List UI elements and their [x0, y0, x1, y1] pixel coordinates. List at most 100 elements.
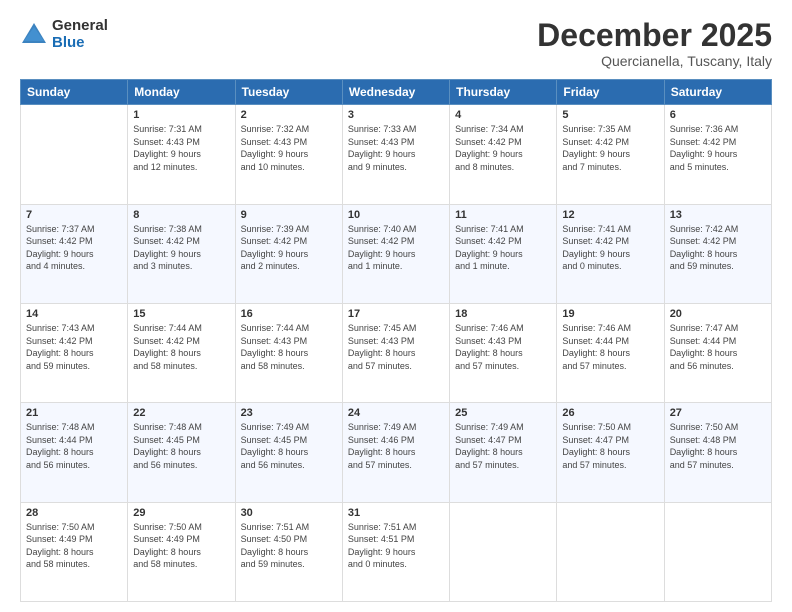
day-number: 23: [241, 407, 337, 419]
calendar-cell: 23Sunrise: 7:49 AM Sunset: 4:45 PM Dayli…: [235, 403, 342, 502]
calendar-week-4: 21Sunrise: 7:48 AM Sunset: 4:44 PM Dayli…: [21, 403, 772, 502]
day-number: 25: [455, 407, 551, 419]
day-number: 10: [348, 209, 444, 221]
calendar-week-2: 7 Sunrise: 7:37 AM Sunset: 4:42 PM Daylig…: [21, 204, 772, 303]
day-info: Sunrise: 7:46 AM Sunset: 4:44 PM Dayligh…: [562, 322, 658, 372]
calendar-table: SundayMondayTuesdayWednesdayThursdayFrid…: [20, 79, 772, 602]
day-info: Sunrise: 7:43 AM Sunset: 4:42 PM Dayligh…: [26, 322, 122, 372]
day-number: 19: [562, 308, 658, 320]
day-info: Sunrise: 7:40 AM Sunset: 4:42 PM Dayligh…: [348, 223, 444, 273]
day-number: 26: [562, 407, 658, 419]
calendar-cell: 4 Sunrise: 7:34 AM Sunset: 4:42 PM Daylig…: [450, 105, 557, 204]
day-info: Sunrise: 7:34 AM Sunset: 4:42 PM Dayligh…: [455, 123, 551, 173]
day-number: 11: [455, 209, 551, 221]
day-header-tuesday: Tuesday: [235, 80, 342, 105]
calendar-cell: 30 Sunrise: 7:51 AM Sunset: 4:50 PM Dayli…: [235, 502, 342, 601]
logo-text: General Blue: [52, 18, 108, 51]
day-number: 22: [133, 407, 229, 419]
calendar-cell: 31 Sunrise: 7:51 AM Sunset: 4:51 PM Dayli…: [342, 502, 449, 601]
month-title: December 2025: [537, 18, 772, 53]
calendar-cell: 20Sunrise: 7:47 AM Sunset: 4:44 PM Dayli…: [664, 303, 771, 402]
day-number: 1: [133, 109, 229, 121]
day-header-saturday: Saturday: [664, 80, 771, 105]
day-number: 14: [26, 308, 122, 320]
day-info: Sunrise: 7:48 AM Sunset: 4:44 PM Dayligh…: [26, 421, 122, 471]
day-info: Sunrise: 7:48 AM Sunset: 4:45 PM Dayligh…: [133, 421, 229, 471]
day-number: 30: [241, 507, 337, 519]
day-header-monday: Monday: [128, 80, 235, 105]
day-info: Sunrise: 7:41 AM Sunset: 4:42 PM Dayligh…: [562, 223, 658, 273]
calendar-cell: 25 Sunrise: 7:49 AM Sunset: 4:47 PM Dayli…: [450, 403, 557, 502]
day-info: Sunrise: 7:38 AM Sunset: 4:42 PM Dayligh…: [133, 223, 229, 273]
day-info: Sunrise: 7:49 AM Sunset: 4:47 PM Dayligh…: [455, 421, 551, 471]
day-info: Sunrise: 7:44 AM Sunset: 4:42 PM Dayligh…: [133, 322, 229, 372]
header: General Blue December 2025 Quercianella,…: [20, 18, 772, 69]
day-number: 9: [241, 209, 337, 221]
day-info: Sunrise: 7:35 AM Sunset: 4:42 PM Dayligh…: [562, 123, 658, 173]
calendar-week-3: 14 Sunrise: 7:43 AM Sunset: 4:42 PM Dayli…: [21, 303, 772, 402]
logo-blue: Blue: [52, 35, 108, 52]
calendar-cell: [557, 502, 664, 601]
day-number: 24: [348, 407, 444, 419]
logo-icon: [20, 21, 48, 49]
day-number: 4: [455, 109, 551, 121]
day-header-sunday: Sunday: [21, 80, 128, 105]
calendar-cell: [664, 502, 771, 601]
calendar-cell: 9 Sunrise: 7:39 AM Sunset: 4:42 PM Daylig…: [235, 204, 342, 303]
day-info: Sunrise: 7:44 AM Sunset: 4:43 PM Dayligh…: [241, 322, 337, 372]
day-number: 29: [133, 507, 229, 519]
calendar-cell: 26Sunrise: 7:50 AM Sunset: 4:47 PM Dayli…: [557, 403, 664, 502]
calendar-cell: 28 Sunrise: 7:50 AM Sunset: 4:49 PM Dayli…: [21, 502, 128, 601]
calendar-header-row: SundayMondayTuesdayWednesdayThursdayFrid…: [21, 80, 772, 105]
day-number: 12: [562, 209, 658, 221]
day-number: 16: [241, 308, 337, 320]
logo: General Blue: [20, 18, 108, 51]
title-block: December 2025 Quercianella, Tuscany, Ita…: [537, 18, 772, 69]
day-number: 7: [26, 209, 122, 221]
calendar-week-1: 1 Sunrise: 7:31 AM Sunset: 4:43 PM Daylig…: [21, 105, 772, 204]
calendar-cell: 1 Sunrise: 7:31 AM Sunset: 4:43 PM Daylig…: [128, 105, 235, 204]
calendar-cell: 24 Sunrise: 7:49 AM Sunset: 4:46 PM Dayli…: [342, 403, 449, 502]
calendar-cell: 10 Sunrise: 7:40 AM Sunset: 4:42 PM Dayli…: [342, 204, 449, 303]
calendar-cell: 19 Sunrise: 7:46 AM Sunset: 4:44 PM Dayli…: [557, 303, 664, 402]
calendar-cell: 7 Sunrise: 7:37 AM Sunset: 4:42 PM Daylig…: [21, 204, 128, 303]
day-info: Sunrise: 7:51 AM Sunset: 4:50 PM Dayligh…: [241, 521, 337, 571]
day-info: Sunrise: 7:49 AM Sunset: 4:46 PM Dayligh…: [348, 421, 444, 471]
day-number: 27: [670, 407, 766, 419]
day-info: Sunrise: 7:32 AM Sunset: 4:43 PM Dayligh…: [241, 123, 337, 173]
day-number: 13: [670, 209, 766, 221]
day-header-wednesday: Wednesday: [342, 80, 449, 105]
day-info: Sunrise: 7:42 AM Sunset: 4:42 PM Dayligh…: [670, 223, 766, 273]
day-info: Sunrise: 7:50 AM Sunset: 4:49 PM Dayligh…: [26, 521, 122, 571]
day-info: Sunrise: 7:37 AM Sunset: 4:42 PM Dayligh…: [26, 223, 122, 273]
day-info: Sunrise: 7:31 AM Sunset: 4:43 PM Dayligh…: [133, 123, 229, 173]
calendar-cell: 27 Sunrise: 7:50 AM Sunset: 4:48 PM Dayli…: [664, 403, 771, 502]
day-info: Sunrise: 7:50 AM Sunset: 4:49 PM Dayligh…: [133, 521, 229, 571]
day-info: Sunrise: 7:46 AM Sunset: 4:43 PM Dayligh…: [455, 322, 551, 372]
page: General Blue December 2025 Quercianella,…: [0, 0, 792, 612]
day-number: 2: [241, 109, 337, 121]
day-info: Sunrise: 7:33 AM Sunset: 4:43 PM Dayligh…: [348, 123, 444, 173]
calendar-cell: 3 Sunrise: 7:33 AM Sunset: 4:43 PM Daylig…: [342, 105, 449, 204]
day-number: 28: [26, 507, 122, 519]
calendar-cell: 2 Sunrise: 7:32 AM Sunset: 4:43 PM Daylig…: [235, 105, 342, 204]
calendar-cell: 8 Sunrise: 7:38 AM Sunset: 4:42 PM Daylig…: [128, 204, 235, 303]
logo-general: General: [52, 18, 108, 35]
calendar-cell: 22 Sunrise: 7:48 AM Sunset: 4:45 PM Dayli…: [128, 403, 235, 502]
calendar-cell: 12 Sunrise: 7:41 AM Sunset: 4:42 PM Dayli…: [557, 204, 664, 303]
day-info: Sunrise: 7:50 AM Sunset: 4:48 PM Dayligh…: [670, 421, 766, 471]
day-info: Sunrise: 7:39 AM Sunset: 4:42 PM Dayligh…: [241, 223, 337, 273]
day-number: 6: [670, 109, 766, 121]
day-number: 17: [348, 308, 444, 320]
day-number: 5: [562, 109, 658, 121]
day-info: Sunrise: 7:36 AM Sunset: 4:42 PM Dayligh…: [670, 123, 766, 173]
day-info: Sunrise: 7:51 AM Sunset: 4:51 PM Dayligh…: [348, 521, 444, 571]
day-number: 8: [133, 209, 229, 221]
calendar-cell: 13 Sunrise: 7:42 AM Sunset: 4:42 PM Dayli…: [664, 204, 771, 303]
calendar-cell: 21Sunrise: 7:48 AM Sunset: 4:44 PM Dayli…: [21, 403, 128, 502]
day-info: Sunrise: 7:41 AM Sunset: 4:42 PM Dayligh…: [455, 223, 551, 273]
calendar-cell: 15Sunrise: 7:44 AM Sunset: 4:42 PM Dayli…: [128, 303, 235, 402]
day-number: 31: [348, 507, 444, 519]
calendar-cell: 5 Sunrise: 7:35 AM Sunset: 4:42 PM Daylig…: [557, 105, 664, 204]
day-number: 3: [348, 109, 444, 121]
